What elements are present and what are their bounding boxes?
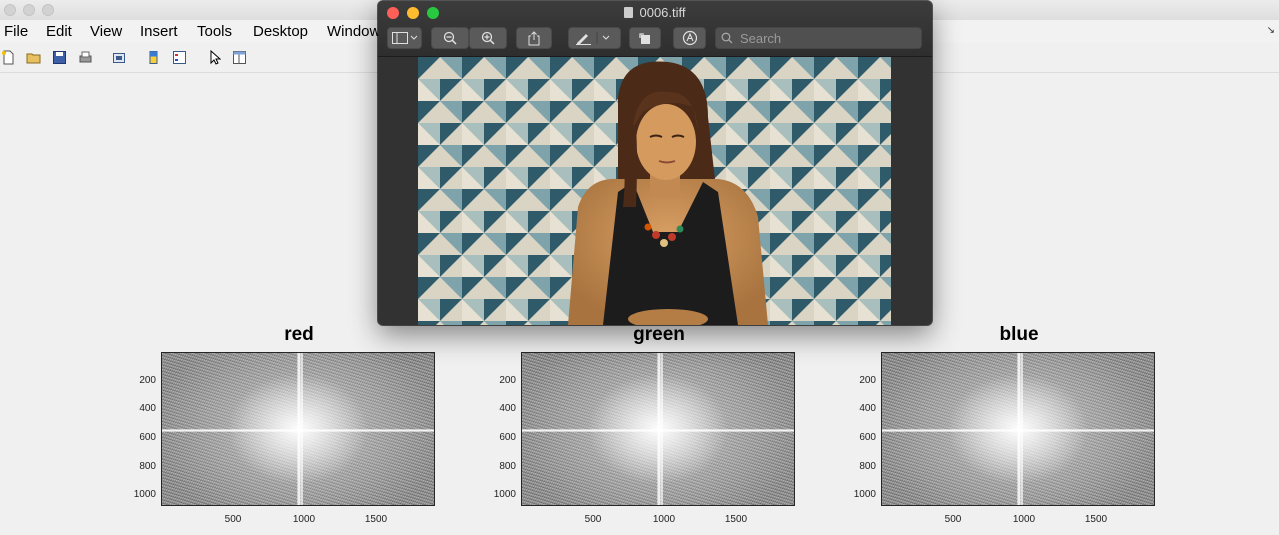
fft-image-green[interactable]: [521, 352, 795, 506]
axis-title-green: green: [633, 324, 685, 345]
menu-view[interactable]: View: [90, 23, 122, 40]
zoom-out-icon: [443, 31, 457, 45]
zoom-in-button[interactable]: [469, 27, 507, 49]
xtick-label: 500: [224, 514, 242, 525]
xtick-label: 1500: [724, 514, 748, 525]
sidebar-icon: [391, 32, 417, 44]
menu-desktop[interactable]: Desktop: [253, 23, 308, 40]
ytick-label: 1000: [493, 489, 516, 500]
xtick-label: 1000: [652, 514, 676, 525]
photo-woman-seated-patterned-wall: [418, 57, 891, 325]
new-file-icon[interactable]: [1, 50, 16, 65]
figure-close-button[interactable]: [4, 4, 16, 16]
xtick-label: 500: [944, 514, 962, 525]
ytick-label: 400: [139, 403, 156, 414]
zoom-out-button[interactable]: [431, 27, 469, 49]
property-editor-icon[interactable]: [232, 50, 247, 65]
ytick-label: 200: [859, 375, 876, 386]
xtick-label: 500: [584, 514, 602, 525]
ytick-label: 600: [139, 432, 156, 443]
share-button[interactable]: [516, 27, 552, 49]
ytick-label: 400: [499, 403, 516, 414]
menu-edit[interactable]: Edit: [46, 23, 72, 40]
zoom-in-icon: [481, 31, 495, 45]
markup-toolbar-button[interactable]: [673, 27, 706, 49]
axis-title-red: red: [284, 324, 314, 345]
window-title: 0006.tiff: [378, 5, 932, 20]
tiff-image: [418, 57, 891, 325]
figure-minimize-button[interactable]: [23, 4, 35, 16]
figure-zoom-button[interactable]: [42, 4, 54, 16]
export-icon[interactable]: [112, 50, 127, 65]
xtick-label: 1000: [1012, 514, 1036, 525]
ytick-label: 600: [499, 432, 516, 443]
xtick-label: 1000: [292, 514, 316, 525]
open-folder-icon[interactable]: [26, 50, 41, 65]
preview-toolbar: 0006.tiff: [378, 1, 932, 57]
menu-window[interactable]: Window: [327, 23, 380, 40]
preview-window: 0006.tiff: [378, 1, 932, 325]
ytick-label: 800: [859, 461, 876, 472]
ytick-label: 400: [859, 403, 876, 414]
legend-icon[interactable]: [172, 50, 187, 65]
sidebar-toggle-button[interactable]: [387, 27, 422, 49]
axis-title-blue: blue: [999, 324, 1039, 345]
search-field[interactable]: [715, 27, 922, 49]
markup-icon: [682, 30, 697, 46]
ytick-label: 1000: [853, 489, 876, 500]
ytick-label: 1000: [133, 489, 156, 500]
chevron-down-icon[interactable]: ↘: [1267, 25, 1275, 36]
colorbar-icon[interactable]: [146, 50, 161, 65]
print-icon[interactable]: [78, 50, 93, 65]
ytick-label: 200: [499, 375, 516, 386]
search-icon: [721, 32, 733, 44]
fft-image-blue[interactable]: [881, 352, 1155, 506]
pen-icon: [575, 32, 609, 45]
rotate-icon: [639, 33, 650, 44]
share-icon: [528, 30, 540, 45]
xtick-label: 1500: [1084, 514, 1108, 525]
ytick-label: 800: [139, 461, 156, 472]
document-icon: [624, 7, 634, 18]
ytick-label: 200: [139, 375, 156, 386]
fft-image-red[interactable]: [161, 352, 435, 506]
save-icon[interactable]: [52, 50, 67, 65]
rotate-button[interactable]: [629, 27, 661, 49]
search-input[interactable]: [737, 29, 921, 47]
ytick-label: 800: [499, 461, 516, 472]
markup-pen-button[interactable]: [568, 27, 621, 49]
ytick-label: 600: [859, 432, 876, 443]
menu-file[interactable]: File: [4, 23, 28, 40]
menu-insert[interactable]: Insert: [140, 23, 178, 40]
xtick-label: 1500: [364, 514, 388, 525]
menu-tools[interactable]: Tools: [197, 23, 232, 40]
pointer-icon[interactable]: [207, 50, 222, 65]
